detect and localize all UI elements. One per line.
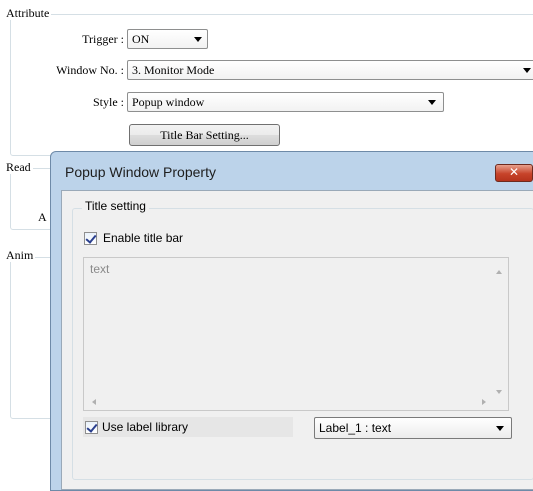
chevron-down-icon [428,100,436,105]
scroll-up-icon[interactable] [496,270,502,274]
enable-title-bar-label: Enable title bar [103,231,184,245]
window-no-label: Window No. : [56,63,124,77]
trigger-value: ON [132,32,150,46]
label-library-select[interactable]: Label_1 : text [314,417,512,439]
chevron-down-icon [496,426,504,431]
chevron-down-icon [523,68,531,73]
chevron-down-icon [194,37,202,42]
scroll-right-icon[interactable] [482,399,486,405]
title-bar-setting-button[interactable]: Title Bar Setting... [129,124,280,146]
style-label: Style : [92,95,124,109]
title-setting-group-title: Title setting [82,199,149,213]
label-library-value: Label_1 : text [319,421,392,435]
use-label-library-checkbox[interactable] [85,421,98,434]
trigger-select[interactable]: ON [127,29,208,49]
read-group-title: Read [4,160,33,174]
trigger-label: Trigger : [82,32,124,46]
title-text-value: text [90,262,110,276]
enable-title-bar-checkbox[interactable] [84,232,97,245]
read-group-partial-label: A [36,210,49,224]
popup-window-property-dialog: Popup Window Property ✕ Title setting En… [50,151,533,491]
window-no-value: 3. Monitor Mode [132,63,215,77]
style-select[interactable]: Popup window [127,92,444,112]
title-text-area[interactable]: text [83,257,509,411]
anim-group-title: Anim [4,248,36,262]
dialog-client-area: Title setting Enable title bar text Use … [61,190,533,490]
close-icon: ✕ [508,165,520,179]
dialog-title: Popup Window Property [65,164,216,180]
window-no-select[interactable]: 3. Monitor Mode [127,60,533,80]
style-value: Popup window [132,95,205,109]
attribute-group-title: Attribute [4,6,52,20]
use-label-library-label: Use label library [102,420,189,434]
scroll-left-icon[interactable] [92,399,96,405]
close-button[interactable]: ✕ [495,164,533,182]
scroll-down-icon[interactable] [496,390,502,394]
